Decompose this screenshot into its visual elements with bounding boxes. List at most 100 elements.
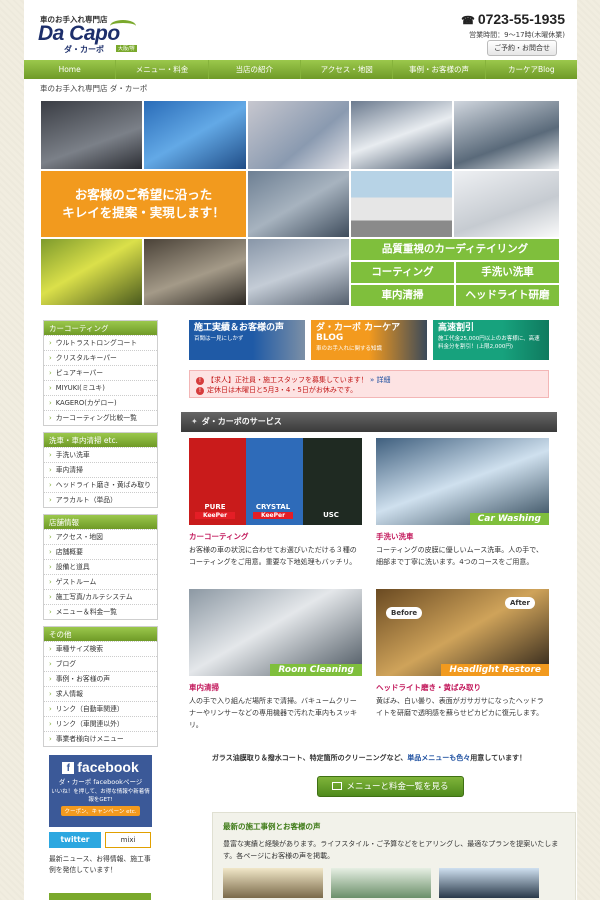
case-thumbnail[interactable] bbox=[223, 868, 323, 898]
banner-title: ダ・カーポ カーケアBLOG bbox=[316, 323, 401, 343]
sidebar-item[interactable]: 店舗概要 bbox=[44, 544, 157, 559]
hero-coating-label: コーティング bbox=[351, 262, 454, 283]
notice-holiday: ! 定休日は木曜日と5月3・4・5日がお休みです。 bbox=[196, 385, 542, 395]
contact-button[interactable]: ご予約・お問合せ bbox=[487, 40, 557, 56]
hero-headlight-label: ヘッドライト研磨 bbox=[456, 285, 559, 306]
service-card-interior[interactable]: Room Cleaning 車内清掃 人の手で入り組んだ場所まで清掃。バキューム… bbox=[189, 589, 362, 731]
services-heading: ダ・カーポのサービス bbox=[181, 412, 557, 432]
hero-service-panel: 品質重視のカーディテイリング コーティング 手洗い洗車 車内清掃 ヘッドライト研… bbox=[351, 239, 559, 306]
closing-tail: 用意しています！ bbox=[470, 754, 527, 762]
service-card-coating[interactable]: PURE KeePer CRYSTAL KeePer USC カーコーティング お客… bbox=[189, 438, 362, 568]
notice-box: ! 【求人】正社員・施工スタッフを募集しています！ » 詳細 ! 定休日は木曜日と5… bbox=[189, 370, 549, 398]
sidebar-item[interactable]: ゲストルーム bbox=[44, 574, 157, 589]
sidebar-item[interactable]: アクセス・地図 bbox=[44, 529, 157, 544]
sidebar-item[interactable]: KAGERO(カゲロー) bbox=[44, 395, 157, 410]
sidebar-item[interactable]: クリスタルキーパー bbox=[44, 350, 157, 365]
after-tag: After bbox=[504, 597, 535, 609]
sidebar-item[interactable]: 車種サイズ検索 bbox=[44, 641, 157, 656]
case-thumbnail[interactable] bbox=[331, 868, 431, 898]
closing-text: ガラス油膜取り＆撥水コート、特定箇所のクリーニングなど、単品メニューも色々用意し… bbox=[181, 753, 557, 763]
menu-price-button[interactable]: メニューと料金一覧を見る bbox=[317, 776, 464, 797]
facebook-subtitle: ダ・カーポ facebookページ bbox=[58, 778, 143, 786]
service-name[interactable]: カーコーティング bbox=[189, 531, 362, 542]
hero-banner: お客様のご希望に沿った キレイを提案・実現します！ 品質重視のカーディテイリング… bbox=[41, 101, 559, 306]
sidebar-news-text: 最新ニュース、お得情報、施工事例を発信しています！ bbox=[49, 855, 151, 874]
nav-voices[interactable]: 事例・お客様の声 bbox=[393, 60, 486, 79]
sidebar-item[interactable]: ウルトラストロングコート bbox=[44, 335, 157, 350]
banner-title: 施工実績＆お客様の声 bbox=[194, 323, 285, 333]
hero-photo-car-interior bbox=[41, 101, 142, 169]
banner-blog[interactable]: ダ・カーポ カーケアBLOG 車のお手入れに関する知識 bbox=[311, 320, 427, 360]
mixi-button[interactable]: mixi bbox=[105, 832, 151, 848]
nav-blog[interactable]: カーケアBlog bbox=[486, 60, 577, 79]
banner-sub: 百聞は一見にしかず bbox=[194, 336, 244, 342]
service-name[interactable]: 車内清掃 bbox=[189, 682, 362, 693]
facebook-icon: f bbox=[62, 762, 75, 774]
single-menu-link[interactable]: 単品メニューも色々 bbox=[407, 754, 470, 762]
phone-icon: ☎ bbox=[461, 15, 475, 27]
nav-about[interactable]: 当店の紹介 bbox=[209, 60, 301, 79]
hero-quality-label: 品質重視のカーディテイリング bbox=[351, 239, 559, 260]
nav-menu-price[interactable]: メニュー・料金 bbox=[116, 60, 209, 79]
sidebar-item[interactable]: カーコーティング比較一覧 bbox=[44, 410, 157, 425]
keeper-label-usc: USC bbox=[305, 511, 357, 519]
sidebar-item[interactable]: アラカルト（単品） bbox=[44, 492, 157, 507]
hero-photo-staff bbox=[454, 101, 559, 169]
sidebar-item[interactable]: リンク（自動車関連） bbox=[44, 701, 157, 716]
banner-results[interactable]: 施工実績＆お客様の声 百聞は一見にしかず bbox=[189, 320, 305, 360]
service-desc: 人の手で入り組んだ場所まで清掃。バキュームクリーナーやリンサーなどの専用機器で汚… bbox=[189, 697, 357, 729]
notice-recruit: ! 【求人】正社員・施工スタッフを募集しています！ » 詳細 bbox=[196, 375, 542, 385]
sidebar-item[interactable]: リンク（車関連以外） bbox=[44, 716, 157, 731]
facebook-coupon: クーポン、キャンペーン etc. bbox=[60, 806, 141, 816]
logo-badge: 大阪/堺 bbox=[116, 45, 137, 52]
service-image-headlight: Before After Headlight Restore bbox=[376, 589, 549, 676]
facebook-like-text: いいね！を押して、お得な情報や新着情報をGET! bbox=[51, 789, 150, 803]
sidebar-group-coating: カーコーティング ウルトラストロングコート クリスタルキーパー ピュアキーパー … bbox=[43, 320, 158, 426]
facebook-title-text: facebook bbox=[77, 759, 139, 775]
sidebar-group-title: 洗車・車内清掃 etc. bbox=[44, 433, 157, 447]
nav-home[interactable]: Home bbox=[24, 60, 117, 79]
sidebar-group-title: カーコーティング bbox=[44, 321, 157, 335]
banner-sub: 車のお手入れに関する知識 bbox=[316, 346, 383, 352]
service-card-headlight[interactable]: Before After Headlight Restore ヘッドライト磨き・… bbox=[376, 589, 549, 719]
cases-section: 最新の施工事例とお客様の声 豊富な実績と経験があります。ライフスタイル・ご予算な… bbox=[212, 812, 576, 900]
hero-slogan: お客様のご希望に沿った キレイを提案・実現します！ bbox=[41, 171, 246, 237]
service-name[interactable]: 手洗い洗車 bbox=[376, 531, 549, 542]
sidebar-item[interactable]: 事例・お客様の声 bbox=[44, 671, 157, 686]
main-content: 施工実績＆お客様の声 百聞は一見にしかず ダ・カーポ カーケアBLOG 車のお手… bbox=[181, 320, 557, 748]
sidebar-item[interactable]: 求人情報 bbox=[44, 686, 157, 701]
sidebar-item[interactable]: 設備と道具 bbox=[44, 559, 157, 574]
service-desc: 黄ばみ、白い曇り、表面がガサガサになったヘッドライトを研磨で透明感を蘇らせピカピ… bbox=[376, 697, 544, 717]
notice-recruit-text: 【求人】正社員・施工スタッフを募集しています！ bbox=[207, 376, 368, 384]
logo[interactable]: Da Capo bbox=[38, 22, 120, 46]
hero-photo-bmw bbox=[454, 171, 559, 237]
service-desc: お客様の車の状況に合わせてお選びいただける３種のコーティングをご用意。重要な下地… bbox=[189, 546, 357, 566]
hero-slogan-line1: お客様のご希望に沿った bbox=[74, 187, 213, 202]
case-thumbnail[interactable] bbox=[439, 868, 539, 898]
service-name[interactable]: ヘッドライト磨き・黄ばみ取り bbox=[376, 682, 549, 693]
recruit-detail-link[interactable]: » 詳細 bbox=[370, 376, 391, 384]
sidebar-item[interactable]: ブログ bbox=[44, 656, 157, 671]
sidebar-item[interactable]: ヘッドライト磨き・黄ばみ取り bbox=[44, 477, 157, 492]
sidebar-item[interactable]: 事業者様向けメニュー bbox=[44, 731, 157, 746]
info-icon: ! bbox=[196, 377, 204, 385]
breadcrumb: 車のお手入れ専門店 ダ・カーポ bbox=[40, 84, 148, 93]
banner-highway-discount[interactable]: 高速割引 施工代金25,000円以上のお客様に、高速料金分を割引！(上限2,00… bbox=[433, 320, 549, 360]
service-card-wash[interactable]: Car Washing 手洗い洗車 コーティングの皮膜に優しいムース洗車。人の手… bbox=[376, 438, 549, 568]
twitter-button[interactable]: twitter bbox=[49, 832, 101, 848]
facebook-banner[interactable]: f facebook ダ・カーポ facebookページ いいね！を押して、お得な… bbox=[49, 755, 152, 827]
sidebar-item[interactable]: 手洗い洗車 bbox=[44, 447, 157, 462]
sidebar-item[interactable]: 車内清掃 bbox=[44, 462, 157, 477]
banner-title: 高速割引 bbox=[438, 323, 475, 333]
sidebar-item[interactable]: メニュー＆料金一覧 bbox=[44, 604, 157, 619]
hero-photo-wash bbox=[248, 101, 349, 169]
phone-number[interactable]: ☎ 0723-55-1935 bbox=[461, 11, 565, 27]
sidebar-item[interactable]: MIYUKI(ミユキ) bbox=[44, 380, 157, 395]
sidebar-group-store: 店舗情報 アクセス・地図 店舗概要 設備と道具 ゲストルーム 施工写真/カルテシ… bbox=[43, 514, 158, 620]
sidebar-item[interactable]: 施工写真/カルテシステム bbox=[44, 589, 157, 604]
sidebar-group-title: 店舗情報 bbox=[44, 515, 157, 529]
nav-access[interactable]: アクセス・地図 bbox=[301, 60, 394, 79]
sidebar-item[interactable]: ピュアキーパー bbox=[44, 365, 157, 380]
sidebar-bottom-bar bbox=[49, 893, 151, 900]
hero-photo-worker bbox=[248, 171, 349, 237]
